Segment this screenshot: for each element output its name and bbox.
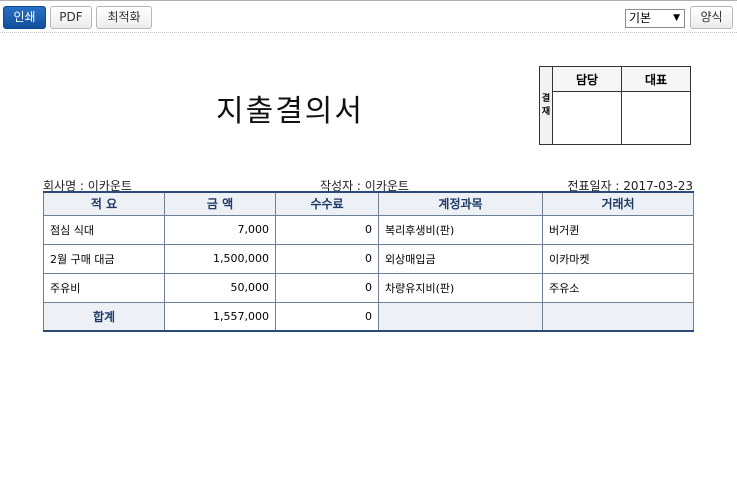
header-vendor: 거래처: [542, 191, 694, 216]
approval-sign-ceo: [621, 91, 691, 145]
header-amount: 금 액: [164, 191, 276, 216]
format-select[interactable]: 기본 ▼: [625, 9, 685, 28]
format-button[interactable]: 양식: [690, 6, 733, 29]
approval-side-label: 결 재: [539, 66, 553, 145]
approval-header-ceo: 대표: [621, 66, 691, 92]
total-account-empty: [378, 301, 543, 332]
cell-amount: 7,000: [164, 214, 276, 245]
table-total-row: 합계 1,557,000 0: [43, 301, 694, 332]
table-row: 점심 식대 7,000 0 복리후생비(판) 버거퀸: [43, 214, 694, 245]
pdf-button[interactable]: PDF: [50, 6, 92, 29]
table-row: 2월 구매 대금 1,500,000 0 외상매입금 이카마켓: [43, 243, 694, 274]
approval-box: 결 재 담당 대표: [539, 66, 691, 145]
table-header-row: 적 요 금 액 수수료 계정과목 거래처: [43, 191, 694, 216]
cell-fee: 0: [275, 243, 379, 274]
cell-fee: 0: [275, 272, 379, 303]
cell-description: 점심 식대: [43, 214, 165, 245]
total-fee: 0: [275, 301, 379, 332]
cell-vendor: 이카마켓: [542, 243, 694, 274]
cell-vendor: 주유소: [542, 272, 694, 303]
cell-amount: 50,000: [164, 272, 276, 303]
approval-sign-manager: [552, 91, 622, 145]
expense-table: 적 요 금 액 수수료 계정과목 거래처 점심 식대 7,000 0 복리후생비…: [43, 191, 694, 332]
cell-account: 복리후생비(판): [378, 214, 543, 245]
total-label: 합계: [43, 301, 165, 332]
optimize-button[interactable]: 최적화: [96, 6, 152, 29]
cell-description: 2월 구매 대금: [43, 243, 165, 274]
approval-side-label-2: 재: [541, 106, 551, 117]
cell-description: 주유비: [43, 272, 165, 303]
cell-vendor: 버거퀸: [542, 214, 694, 245]
total-amount: 1,557,000: [164, 301, 276, 332]
header-description: 적 요: [43, 191, 165, 216]
format-select-value: 기본: [629, 11, 652, 25]
cell-amount: 1,500,000: [164, 243, 276, 274]
header-account: 계정과목: [378, 191, 543, 216]
table-row: 주유비 50,000 0 차량유지비(판) 주유소: [43, 272, 694, 303]
total-vendor-empty: [542, 301, 694, 332]
print-button[interactable]: 인쇄: [3, 6, 46, 29]
approval-header-manager: 담당: [552, 66, 622, 92]
header-fee: 수수료: [275, 191, 379, 216]
cell-fee: 0: [275, 214, 379, 245]
cell-account: 차량유지비(판): [378, 272, 543, 303]
approval-side-label-1: 결: [541, 93, 551, 104]
chevron-down-icon: ▼: [673, 13, 680, 23]
cell-account: 외상매입금: [378, 243, 543, 274]
document-title: 지출결의서: [216, 94, 364, 129]
toolbar: 인쇄 PDF 최적화 기본 ▼ 양식: [0, 0, 737, 33]
